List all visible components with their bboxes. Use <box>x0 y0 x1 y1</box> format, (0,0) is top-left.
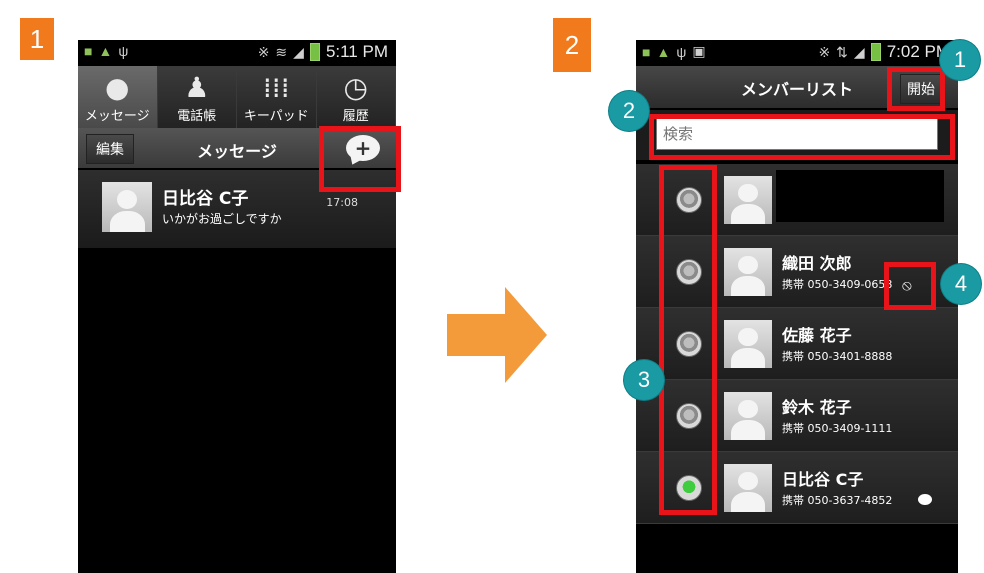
avatar <box>724 320 772 368</box>
phone-screen-messages: ■ ▲ ψ ※ ≋ ◢ 5:11 PM ● メッセージ ♟ 電話帳 ⁞⁞⁞ キー… <box>78 40 396 573</box>
tab-messages[interactable]: ● メッセージ <box>78 66 158 128</box>
clock-icon: ◷ <box>343 71 368 104</box>
highlight-start-button <box>887 67 945 111</box>
highlight-compose-button <box>319 126 401 192</box>
highlight-search-input <box>649 114 955 160</box>
avatar <box>724 464 772 512</box>
tab-contacts[interactable]: ♟ 電話帳 <box>157 66 237 128</box>
thread-snippet: いかがお過ごしですか <box>162 212 282 226</box>
step-1-badge: 1 <box>20 18 54 60</box>
redacted-name <box>776 170 944 222</box>
app-notification-icon: ■ <box>84 43 93 59</box>
tab-bar: ● メッセージ ♟ 電話帳 ⁞⁞⁞ キーパッド ◷ 履歴 <box>78 66 396 128</box>
vibrate-icon: ※ <box>257 43 270 60</box>
vibrate-icon: ※ <box>818 43 831 60</box>
lte-icon: ⇅ <box>836 43 848 60</box>
callout-3: 3 <box>624 360 664 400</box>
arrow-right-icon <box>505 287 547 383</box>
tab-label: メッセージ <box>84 109 150 124</box>
avatar <box>724 392 772 440</box>
wifi-icon: ≋ <box>275 43 288 60</box>
signal-icon: ◢ <box>853 43 865 60</box>
arrow-body <box>447 314 505 356</box>
callout-1: 1 <box>940 40 980 80</box>
usb-icon: ψ <box>676 43 687 60</box>
avatar <box>102 182 152 232</box>
contact-name: 日比谷 C子 <box>782 470 864 489</box>
contact-name: 鈴木 花子 <box>782 398 852 417</box>
signal-icon: ◢ <box>293 43 304 60</box>
contact-phone: 携帯 050-3409-0658 <box>782 278 893 291</box>
keypad-icon: ⁞⁞⁞ <box>262 71 290 104</box>
contact-name: 織田 次郎 <box>782 254 852 273</box>
contact-phone: 携帯 050-3637-4852 <box>782 494 893 507</box>
contact-phone: 携帯 050-3409-1111 <box>782 422 893 435</box>
status-time: 5:11 PM <box>325 42 388 61</box>
step-2-badge: 2 <box>553 18 591 72</box>
speech-bubble-icon: ● <box>105 71 130 104</box>
thread-contact-name: 日比谷 C子 <box>162 189 249 209</box>
tab-label: 履歴 <box>342 109 369 124</box>
callout-4: 4 <box>941 264 981 304</box>
status-bar: ■ ▲ ψ ▣ ※ ⇅ ◢ 7:02 PM <box>636 40 958 66</box>
callout-2: 2 <box>609 91 649 131</box>
highlight-radio-column <box>659 165 717 515</box>
battery-icon <box>870 43 881 61</box>
app-notification-icon: ■ <box>642 43 651 60</box>
person-icon: ♟ <box>184 71 210 104</box>
battery-icon <box>309 43 320 61</box>
tab-label: キーパッド <box>243 109 309 124</box>
status-bar: ■ ▲ ψ ※ ≋ ◢ 5:11 PM <box>78 40 396 66</box>
contact-name: 佐藤 花子 <box>782 326 852 345</box>
tab-keypad[interactable]: ⁞⁞⁞ キーパッド <box>237 66 317 128</box>
contact-phone: 携帯 050-3401-8888 <box>782 350 893 363</box>
usb-icon: ψ <box>118 43 129 59</box>
highlight-block-icon <box>884 262 936 310</box>
avatar <box>724 248 772 296</box>
android-icon: ▲ <box>98 43 113 59</box>
image-icon: ▣ <box>692 43 706 59</box>
android-icon: ▲ <box>656 43 671 60</box>
tab-history[interactable]: ◷ 履歴 <box>316 66 396 128</box>
sms-bubble-icon <box>918 494 932 505</box>
thread-time: 17:08 <box>326 196 358 209</box>
avatar <box>724 176 772 224</box>
tab-label: 電話帳 <box>177 109 217 124</box>
